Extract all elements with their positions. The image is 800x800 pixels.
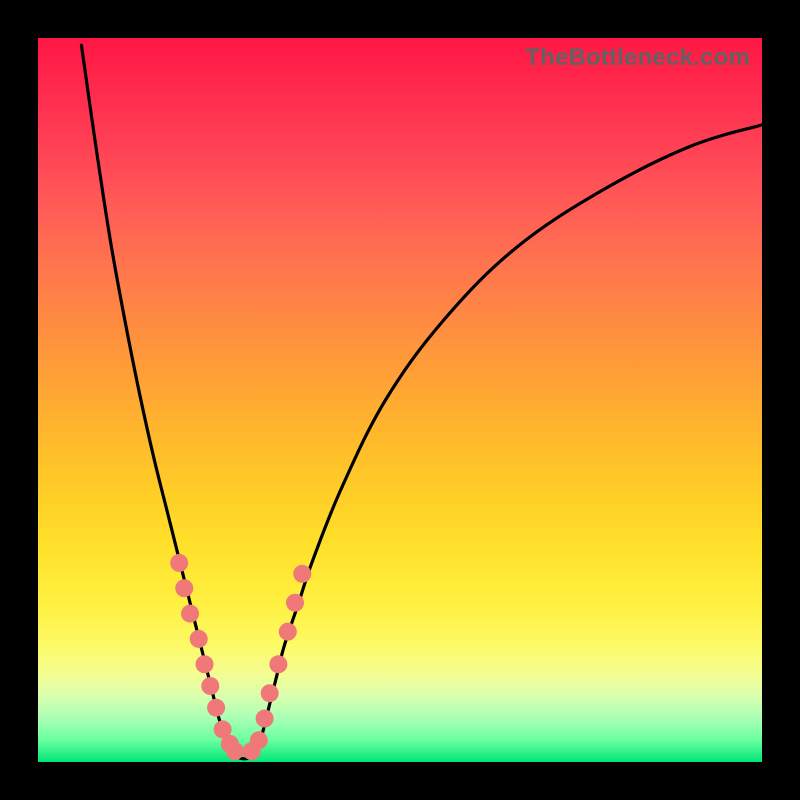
marker-dot [250,731,268,749]
marker-dot [207,699,225,717]
left-curve [81,45,233,755]
marker-dot [256,710,274,728]
marker-dot [170,554,188,572]
curve-group [81,45,762,759]
marker-dot [286,594,304,612]
marker-dot [269,655,287,673]
marker-dot [279,623,297,641]
marker-dot [201,677,219,695]
marker-dot [261,684,279,702]
plot-area: TheBottleneck.com [38,38,762,762]
chart-frame: TheBottleneck.com [0,0,800,800]
marker-group [170,554,311,760]
marker-dot [190,630,208,648]
marker-dot [293,565,311,583]
marker-dot [196,655,214,673]
marker-dot [181,605,199,623]
right-curve [255,125,762,755]
marker-dot [226,742,244,760]
marker-dot [175,579,193,597]
chart-svg [38,38,762,762]
